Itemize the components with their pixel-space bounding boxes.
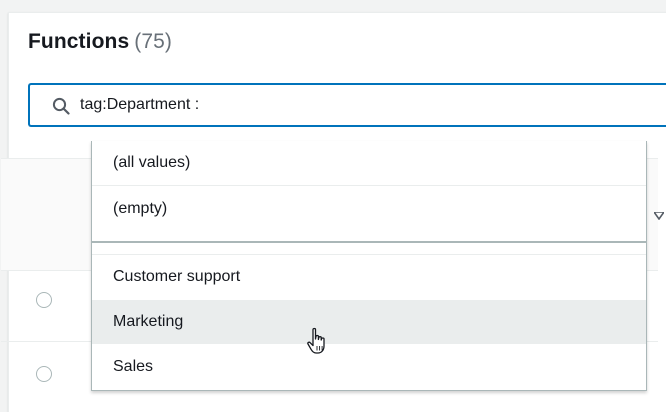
option-sales[interactable]: Sales (92, 345, 646, 389)
page-title: Functions (75) (28, 30, 172, 54)
option-customer-support[interactable]: Customer support (92, 255, 646, 299)
function-count: (75) (134, 30, 172, 53)
page-title-text: Functions (28, 30, 130, 53)
row-select-radio[interactable] (36, 292, 52, 308)
option-marketing[interactable]: Marketing (92, 300, 646, 344)
sort-down-icon[interactable] (654, 212, 664, 220)
search-icon (52, 97, 70, 115)
search-bar[interactable] (28, 83, 666, 127)
row-select-radio[interactable] (36, 366, 52, 382)
group-divider (92, 241, 646, 243)
option-empty[interactable]: (empty) (92, 187, 646, 231)
option-divider (92, 185, 646, 186)
search-input[interactable] (80, 93, 640, 117)
option-all-values[interactable]: (all values) (92, 141, 646, 185)
tag-value-dropdown: (all values) (empty) Customer support Ma… (91, 141, 647, 391)
hand-pointer-cursor-icon (307, 327, 325, 354)
